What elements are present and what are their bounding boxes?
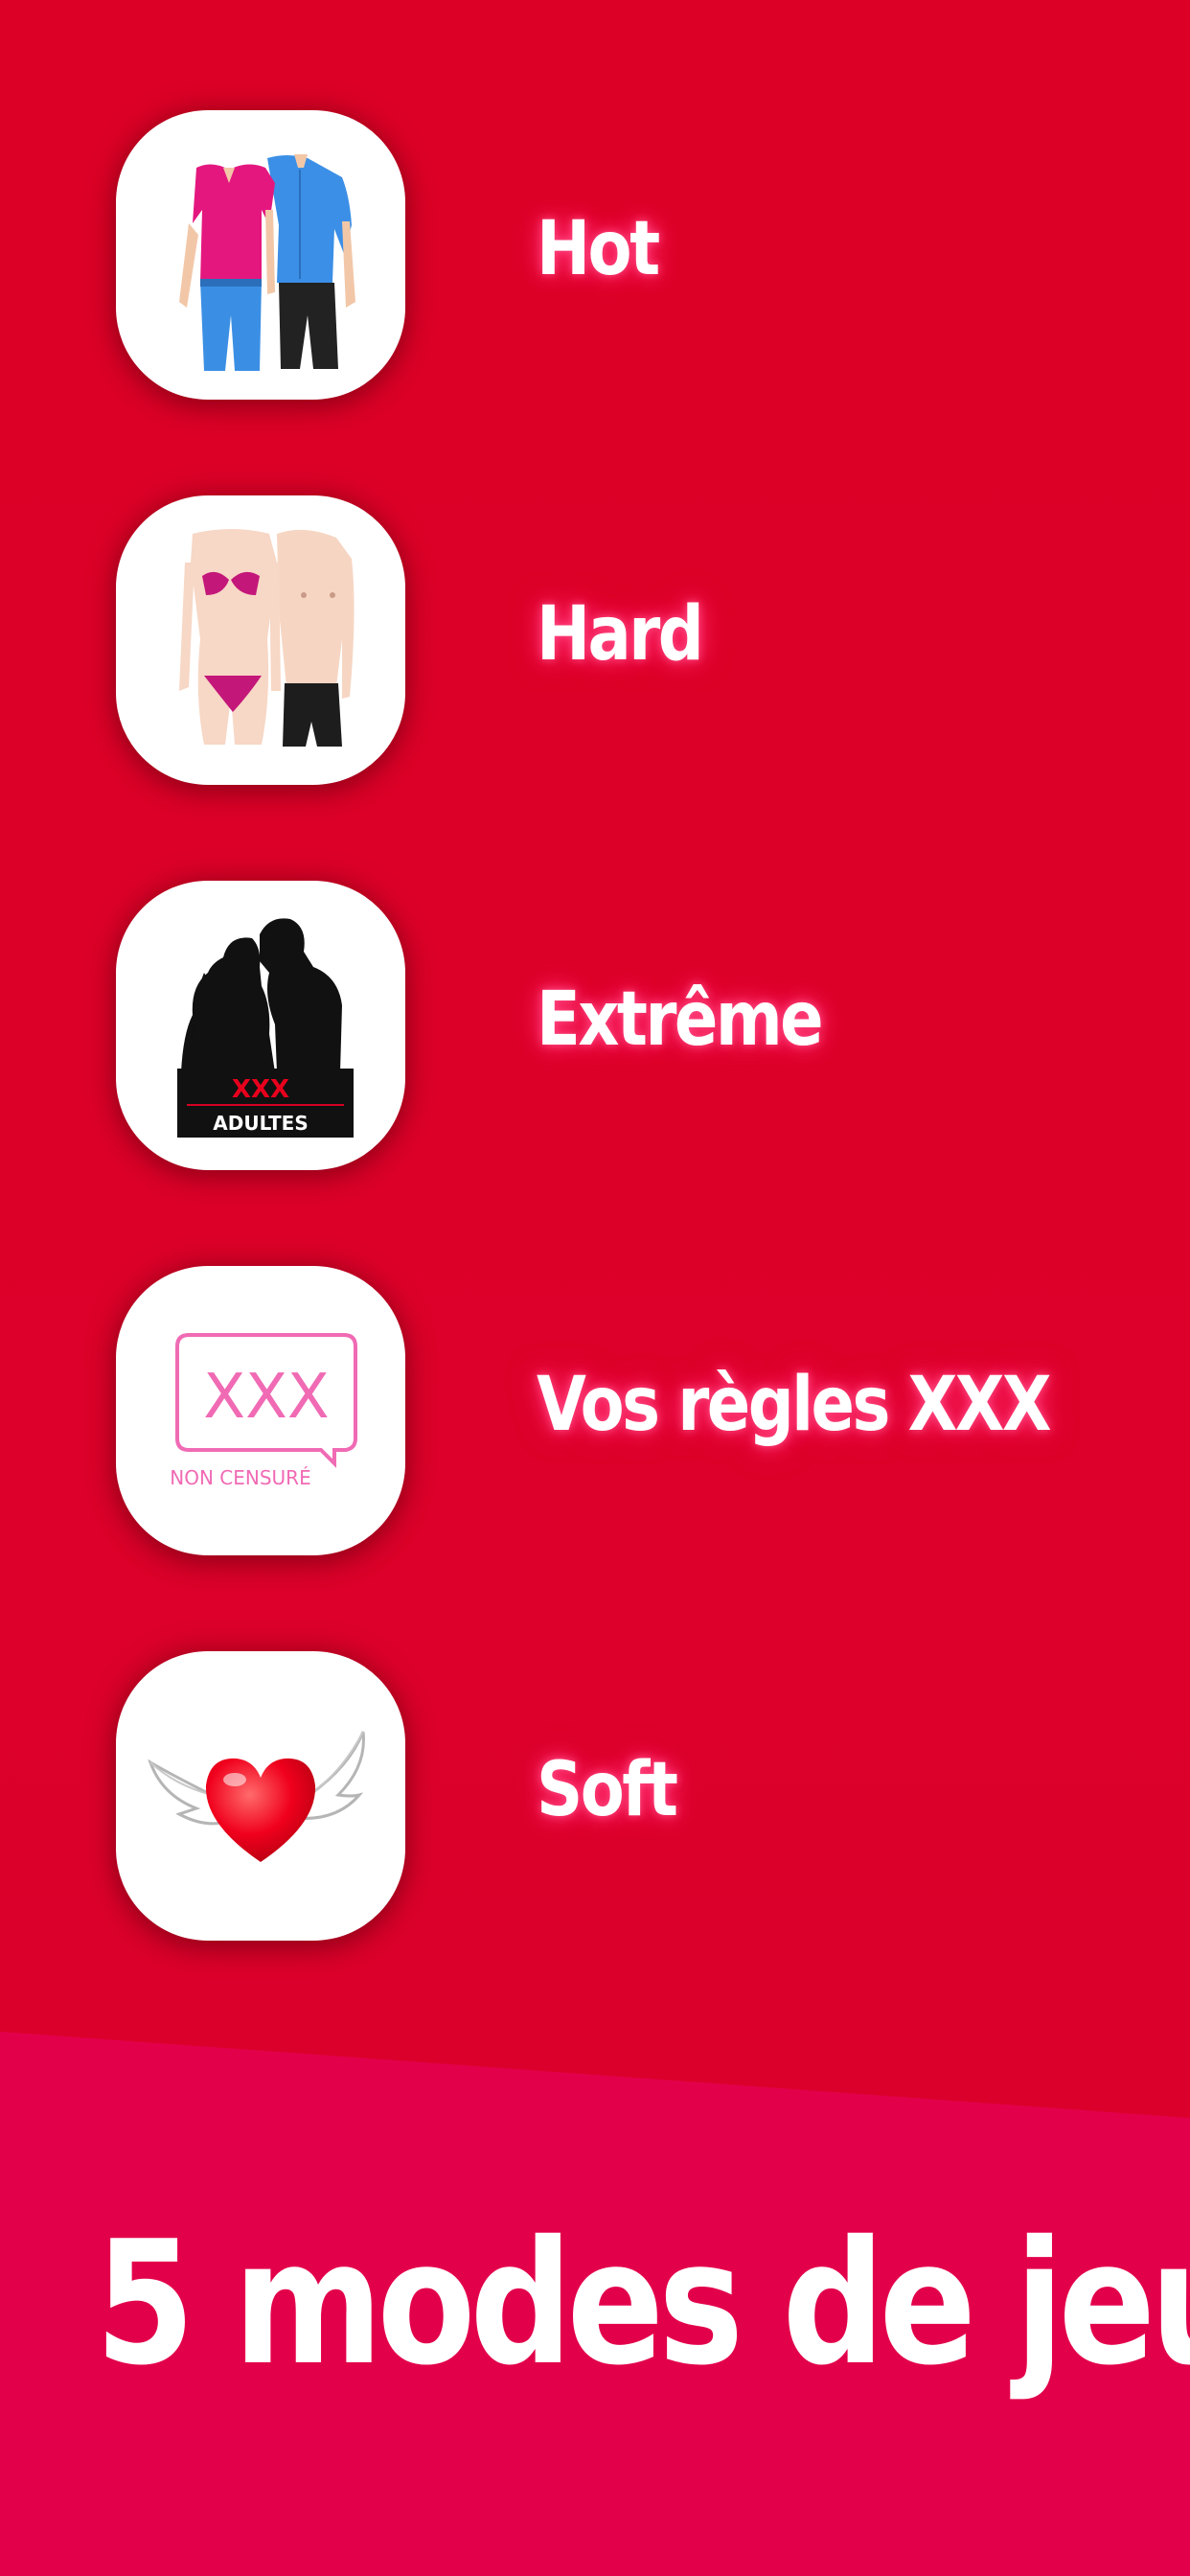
- winged-heart-icon: [116, 1651, 405, 1941]
- mode-item-hard[interactable]: Hard: [0, 495, 1190, 785]
- couple-clothed-icon: [116, 110, 405, 400]
- badge-subtitle-text: ADULTES: [213, 1112, 308, 1135]
- mode-label-soft: Soft: [537, 1747, 678, 1833]
- mode-label-vos-regles-xxx: Vos règles XXX: [537, 1362, 1052, 1448]
- xxx-text: XXX: [203, 1362, 330, 1433]
- caption-title: 5 modes de jeu: [95, 2204, 1190, 2403]
- mode-label-hot: Hot: [537, 206, 660, 292]
- xxx-uncensored-bubble-icon: XXX NON CENSURÉ: [116, 1266, 405, 1555]
- mode-label-hard: Hard: [537, 591, 704, 678]
- badge-title-text: XXX: [232, 1075, 289, 1104]
- couple-silhouette-xxx-icon: XXX ADULTES: [116, 881, 405, 1170]
- couple-underwear-icon: [116, 495, 405, 785]
- non-censure-text: NON CENSURÉ: [170, 1466, 310, 1489]
- mode-item-extreme[interactable]: XXX ADULTES Extrême: [0, 881, 1190, 1170]
- mode-label-extreme: Extrême: [537, 977, 824, 1063]
- mode-item-vos-regles-xxx[interactable]: XXX NON CENSURÉ Vos règles XXX: [0, 1266, 1190, 1555]
- mode-item-soft[interactable]: Soft: [0, 1651, 1190, 1941]
- mode-item-hot[interactable]: Hot: [0, 110, 1190, 400]
